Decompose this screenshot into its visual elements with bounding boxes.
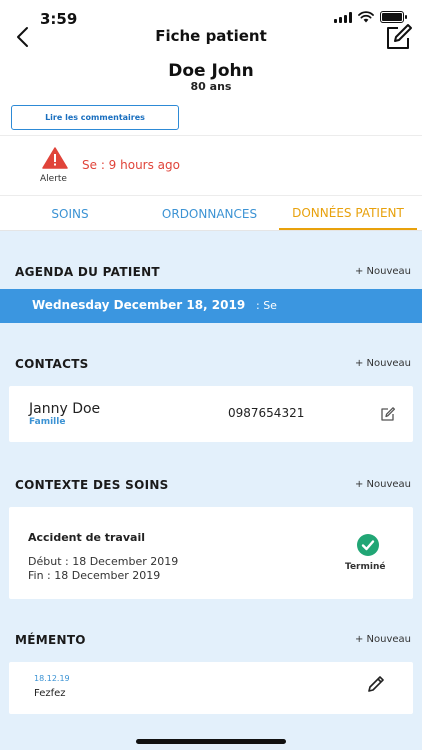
- agenda-add-button[interactable]: + Nouveau: [355, 266, 411, 277]
- warning-triangle-icon: [42, 147, 68, 169]
- context-status: Terminé: [345, 562, 386, 572]
- agenda-suffix: : Se: [256, 299, 277, 312]
- edit-square-icon: [387, 24, 412, 49]
- memento-date: 18.12.19: [34, 674, 70, 683]
- patient-data-content: AGENDA DU PATIENT + Nouveau Wednesday De…: [0, 231, 422, 750]
- memento-text: Fezfez: [34, 688, 66, 699]
- contacts-section-title: CONTACTS: [15, 357, 89, 371]
- nav-bar: Fiche patient: [0, 22, 422, 52]
- context-section-title: CONTEXTE DES SOINS: [15, 478, 169, 492]
- context-start-date: Début : 18 December 2019: [28, 555, 179, 568]
- pencil-icon[interactable]: [366, 674, 386, 694]
- agenda-date: Wednesday December 18, 2019: [32, 298, 246, 312]
- context-card[interactable]: Accident de travail Début : 18 December …: [9, 507, 413, 599]
- battery-fill: [382, 13, 402, 21]
- edit-patient-button[interactable]: [384, 22, 414, 52]
- tab-soins[interactable]: SOINS: [0, 197, 140, 230]
- home-indicator: [136, 739, 286, 744]
- memento-add-button[interactable]: + Nouveau: [355, 634, 411, 645]
- agenda-entry[interactable]: Wednesday December 18, 2019 : Se: [0, 289, 422, 323]
- context-title: Accident de travail: [28, 531, 145, 544]
- context-add-button[interactable]: + Nouveau: [355, 479, 411, 490]
- contact-card[interactable]: Janny Doe Famille 0987654321: [9, 386, 413, 442]
- page-title: Fiche patient: [155, 27, 267, 45]
- edit-contact-icon[interactable]: [380, 406, 396, 422]
- check-circle-icon: [357, 534, 379, 556]
- contact-relation: Famille: [29, 417, 66, 427]
- tab-bar: SOINS ORDONNANCES DONNÉES PATIENT: [0, 197, 422, 231]
- patient-name: Doe John: [168, 61, 254, 81]
- tab-ordonnances[interactable]: ORDONNANCES: [140, 197, 279, 230]
- memento-card[interactable]: 18.12.19 Fezfez: [9, 662, 413, 714]
- memento-section-title: MÉMENTO: [15, 633, 86, 647]
- alert-box[interactable]: Alerte Se : 9 hours ago: [0, 135, 422, 196]
- context-end-date: Fin : 18 December 2019: [28, 569, 161, 582]
- read-comments-button[interactable]: Lire les commentaires: [11, 105, 179, 130]
- tab-donnees-patient[interactable]: DONNÉES PATIENT: [279, 197, 417, 230]
- alert-text: Se : 9 hours ago: [82, 158, 180, 172]
- contact-phone: 0987654321: [228, 406, 305, 420]
- alert-label: Alerte: [40, 174, 67, 184]
- contact-name: Janny Doe: [29, 401, 101, 417]
- signal-icon: [334, 11, 352, 23]
- contacts-add-button[interactable]: + Nouveau: [355, 358, 411, 369]
- patient-age: 80 ans: [190, 80, 232, 93]
- agenda-section-title: AGENDA DU PATIENT: [15, 265, 160, 279]
